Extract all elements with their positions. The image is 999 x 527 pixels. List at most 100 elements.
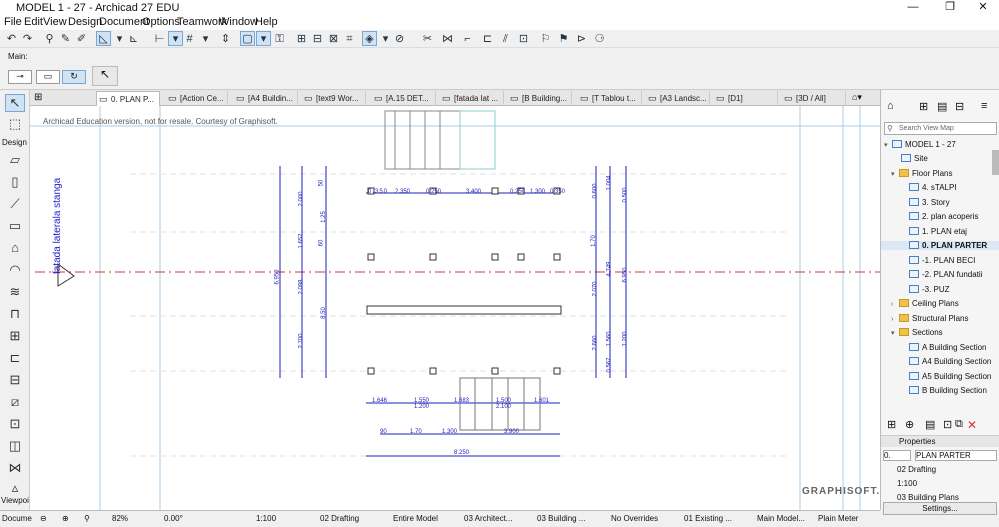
tree-item-stalpi[interactable]: 4. sTALPI bbox=[909, 183, 957, 192]
menu-design[interactable]: Design bbox=[68, 16, 102, 28]
tree-folder-structural-plans[interactable]: › Structural Plans bbox=[891, 314, 968, 323]
tab-a3-landscape[interactable]: ▭ [A3 Landsc... bbox=[646, 91, 710, 106]
slab-tool-icon[interactable]: ▭ bbox=[5, 218, 25, 236]
zone-tool-icon[interactable]: ◫ bbox=[5, 438, 25, 456]
lock-icon[interactable]: ▾ bbox=[256, 31, 271, 46]
worksheet-icon[interactable]: ⌗ bbox=[342, 31, 357, 46]
wall-tool-icon[interactable]: ▱ bbox=[5, 152, 25, 170]
label-icon[interactable]: ⚑ bbox=[556, 31, 571, 46]
angle-value[interactable]: 0.00° bbox=[164, 514, 183, 523]
menu-options[interactable]: Options bbox=[142, 16, 180, 28]
tree-item-site[interactable]: Site bbox=[901, 154, 928, 163]
tree-item-a-section[interactable]: A Building Section bbox=[909, 343, 987, 352]
window-tool-icon[interactable]: ⊟ bbox=[5, 372, 25, 390]
maximize-button[interactable]: ❐ bbox=[933, 0, 967, 15]
gravity-icon[interactable]: ⇕ bbox=[218, 31, 233, 46]
tree-scrollbar[interactable] bbox=[992, 150, 999, 175]
mesh-tool-icon[interactable]: ⋈ bbox=[5, 460, 25, 478]
tree-item-plan-fundatii[interactable]: -2. PLAN fundatii bbox=[909, 270, 982, 279]
section-marker-icon[interactable]: ⊞ bbox=[294, 31, 309, 46]
structure-display[interactable]: Main Model... bbox=[757, 514, 805, 523]
zoom-out-icon[interactable]: ⊖ bbox=[40, 514, 47, 523]
tab-fatada-lat[interactable]: ▭ [fatada lat ... bbox=[440, 91, 504, 106]
project-map-icon[interactable]: ⌂ bbox=[887, 100, 894, 112]
tab-a4-building[interactable]: ▭ [A4 Buildin... bbox=[234, 91, 298, 106]
tree-item-plan-acoperis[interactable]: 2. plan acoperis bbox=[909, 212, 978, 221]
3d-view-icon[interactable]: ◈ bbox=[362, 31, 377, 46]
arrow-tool-icon[interactable]: ↖ bbox=[5, 94, 25, 112]
view-settings-icon[interactable]: ⊡ bbox=[943, 418, 952, 431]
dimension-standard[interactable]: Plain Meter bbox=[818, 514, 858, 523]
layout-icon[interactable]: ▾ bbox=[198, 31, 213, 46]
tree-root[interactable]: ▾ MODEL 1 - 27 bbox=[884, 140, 956, 149]
clone-view-icon[interactable]: ⊕ bbox=[905, 418, 914, 431]
snap-guides-icon[interactable]: ⊾ bbox=[126, 31, 141, 46]
marquee-tool-icon[interactable]: ⬚ bbox=[5, 116, 25, 134]
stair-tool-icon[interactable]: ≋ bbox=[5, 284, 25, 302]
column-tool-icon[interactable]: ▯ bbox=[5, 174, 25, 192]
tree-item-b-section[interactable]: B Building Section bbox=[909, 386, 987, 395]
tab-t-tablou[interactable]: ▭ [T Tablou t... bbox=[578, 91, 642, 106]
eyedropper-icon[interactable]: ✎ bbox=[58, 31, 73, 46]
view-map-icon[interactable]: ⊞ bbox=[919, 100, 928, 113]
zoom-icon[interactable]: ⚲ bbox=[84, 514, 90, 523]
interior-elevation-icon[interactable]: ⊠ bbox=[326, 31, 341, 46]
settings-button[interactable]: Settings... bbox=[883, 502, 997, 515]
floor-plan-canvas[interactable]: Archicad Education version, not for resa… bbox=[30, 106, 880, 510]
tree-item-plan-etaj[interactable]: 1. PLAN etaj bbox=[909, 227, 967, 236]
overrides-combo[interactable]: No Overrides bbox=[611, 514, 658, 523]
flag-icon[interactable]: ⚐ bbox=[538, 31, 553, 46]
syringe-icon[interactable]: ✐ bbox=[74, 31, 89, 46]
guide-line-icon[interactable]: ◺ bbox=[96, 31, 111, 46]
model-view[interactable]: Entire Model bbox=[393, 514, 438, 523]
menu-help[interactable]: Help bbox=[255, 16, 278, 28]
curtain-wall-tool-icon[interactable]: ⊞ bbox=[5, 328, 25, 346]
tree-item-a4-section[interactable]: A4 Building Section bbox=[909, 357, 991, 366]
tab-d1[interactable]: ▭ [D1] bbox=[714, 91, 778, 106]
new-view-icon[interactable]: ⊞ bbox=[887, 418, 896, 431]
tree-item-story[interactable]: 3. Story bbox=[909, 198, 950, 207]
tab-plan-parter[interactable]: ▭ 0. PLAN P... bbox=[96, 91, 160, 106]
tab-3d-all[interactable]: ▭ [3D / All] bbox=[782, 91, 846, 106]
elevation-icon[interactable]: ⊟ bbox=[310, 31, 325, 46]
tree-folder-floor-plans[interactable]: ▾ Floor Plans bbox=[891, 169, 952, 178]
renovation-filter[interactable]: 01 Existing ... bbox=[684, 514, 732, 523]
menu-view[interactable]: View bbox=[43, 16, 67, 28]
adjust-icon[interactable]: ⌐ bbox=[460, 31, 475, 46]
menu-file[interactable]: File bbox=[4, 16, 22, 28]
rotate-method-icon[interactable]: ↻ bbox=[62, 70, 86, 84]
new-folder-icon[interactable]: ▤ bbox=[925, 418, 935, 431]
mirror-icon[interactable]: ⊡ bbox=[516, 31, 531, 46]
intersect-icon[interactable]: ⋈ bbox=[440, 31, 455, 46]
layer-combo[interactable]: 02 Drafting bbox=[320, 514, 359, 523]
zoom-value[interactable]: 82% bbox=[112, 514, 128, 523]
roof-tool-icon[interactable]: ⌂ bbox=[5, 240, 25, 258]
layout-book-icon[interactable]: ▤ bbox=[937, 100, 947, 113]
railing-tool-icon[interactable]: ⊓ bbox=[5, 306, 25, 324]
navigator-icon[interactable]: ⊘ bbox=[392, 31, 407, 46]
redo-icon[interactable]: ↷ bbox=[20, 31, 35, 46]
tab-text9-worksheet[interactable]: ▭ [text9 Wor... bbox=[302, 91, 366, 106]
tree-item-a5-section[interactable]: A5 Building Section bbox=[909, 372, 991, 381]
scale-value[interactable]: 1:100 bbox=[256, 514, 276, 523]
marquee-icon[interactable]: ▢ bbox=[240, 31, 255, 46]
zoom-in-icon[interactable]: ⊕ bbox=[62, 514, 69, 523]
search-view-map-input[interactable]: ⚲ Search View Map bbox=[884, 122, 997, 135]
delete-icon[interactable]: ✕ bbox=[967, 418, 977, 432]
undo-icon[interactable]: ↶ bbox=[4, 31, 19, 46]
nav-menu-icon[interactable]: ≡ bbox=[981, 100, 987, 112]
menu-window[interactable]: Window bbox=[219, 16, 258, 28]
tab-b-building[interactable]: ▭ [B Building... bbox=[508, 91, 572, 106]
skylight-tool-icon[interactable]: ⧄ bbox=[5, 394, 25, 412]
trim-icon[interactable]: ✂ bbox=[420, 31, 435, 46]
rectangle-method-icon[interactable]: ▭ bbox=[36, 70, 60, 84]
pen-set[interactable]: 03 Architect... bbox=[464, 514, 512, 523]
export-icon[interactable]: ⧉ bbox=[955, 418, 963, 431]
find-select-icon[interactable]: ⚲ bbox=[42, 31, 57, 46]
minimize-button[interactable]: — bbox=[896, 0, 930, 15]
markup-icon[interactable]: ⊳ bbox=[574, 31, 589, 46]
tree-folder-ceiling-plans[interactable]: › Ceiling Plans bbox=[891, 299, 959, 308]
geometry-method-icon[interactable]: ⊸ bbox=[8, 70, 32, 84]
object-tool-icon[interactable]: ⊡ bbox=[5, 416, 25, 434]
tree-item-plan-beci[interactable]: -1. PLAN BECI bbox=[909, 256, 975, 265]
